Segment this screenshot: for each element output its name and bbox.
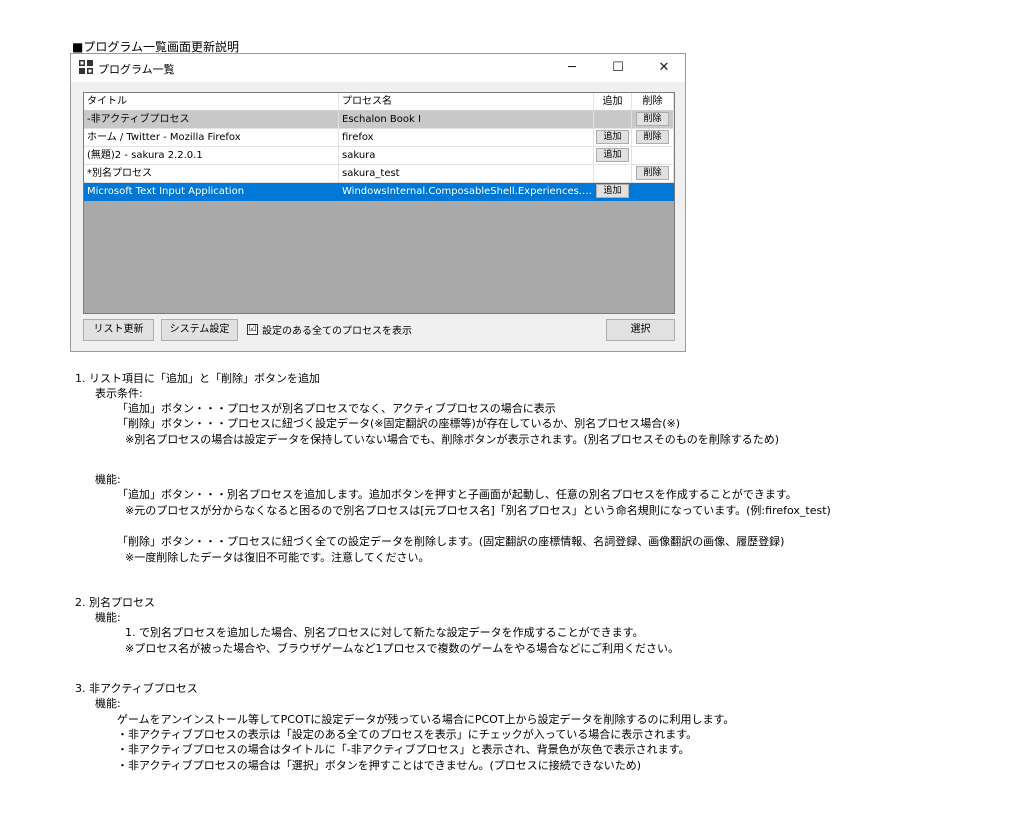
row-title-cell: Microsoft Text Input Application <box>84 183 339 201</box>
section-1-function-1: 「追加」ボタン・・・別名プロセスを追加します。追加ボタンを押すと子画面が起動し、… <box>117 488 797 501</box>
row-title-cell: *別名プロセス <box>84 165 339 183</box>
section-1-function-4: ※一度削除したデータは復旧不可能です。注意してください。 <box>125 551 430 564</box>
section-3-function-1: ゲームをアンインストール等してPCOTに設定データが残っている場合にPCOT上か… <box>117 713 735 726</box>
system-settings-button[interactable]: システム設定 <box>161 319 238 341</box>
section-3-function-3: ・非アクティブプロセスの場合はタイトルに「-非アクティブプロセス」と表示され、背… <box>117 743 690 756</box>
row-add-cell <box>594 111 632 129</box>
table-row[interactable]: Microsoft Text Input Application WindowsI… <box>84 183 674 201</box>
row-add-cell <box>594 165 632 183</box>
row-process-cell: sakura_test <box>339 165 594 183</box>
row-add-cell: 追加 <box>594 129 632 147</box>
show-all-label: 設定のある全てのプロセスを表示 <box>262 326 412 337</box>
section-2-function-label: 機能: <box>95 611 121 624</box>
section-3-function-4: ・非アクティブプロセスの場合は「選択」ボタンを押すことはできません。(プロセスに… <box>117 759 642 772</box>
row-delete-cell <box>632 183 674 201</box>
delete-data-button[interactable]: 削除 <box>636 112 669 126</box>
row-delete-cell: 削除 <box>632 165 674 183</box>
row-delete-cell: 削除 <box>632 111 674 129</box>
section-1-condition-1: 「追加」ボタン・・・プロセスが別名プロセスでなく、アクティブプロセスの場合に表示 <box>117 402 556 415</box>
row-title-cell: (無題)2 - sakura 2.2.0.1 <box>84 147 339 165</box>
row-title-cell: -非アクティブプロセス <box>84 111 339 129</box>
column-header-delete[interactable]: 削除 <box>632 93 674 111</box>
section-3-function-2: ・非アクティブプロセスの表示は「設定のある全てのプロセスを表示」にチェックが入っ… <box>117 728 698 741</box>
row-title-cell: ホーム / Twitter - Mozilla Firefox <box>84 129 339 147</box>
process-list[interactable]: タイトル プロセス名 追加 削除 -非アクティブプロセス Eschalon Boo… <box>83 92 675 314</box>
section-1-condition-2: 「削除」ボタン・・・プロセスに紐づく設定データ(※固定翻訳の座標等)が存在してい… <box>117 417 681 430</box>
row-delete-cell: 削除 <box>632 129 674 147</box>
delete-data-button[interactable]: 削除 <box>636 166 669 180</box>
section-3-function-label: 機能: <box>95 697 121 710</box>
section-1-condition-label: 表示条件: <box>95 387 143 400</box>
row-delete-cell <box>632 147 674 165</box>
table-row[interactable]: ホーム / Twitter - Mozilla Firefox firefox 追加… <box>84 129 674 147</box>
section-1-title: 1. リスト項目に「追加」と「削除」ボタンを追加 <box>75 372 320 385</box>
row-add-cell: 追加 <box>594 183 632 201</box>
refresh-list-button[interactable]: リスト更新 <box>83 319 154 341</box>
add-alias-button[interactable]: 追加 <box>596 130 629 144</box>
minimize-button[interactable]: ─ <box>549 54 595 82</box>
section-2-title: 2. 別名プロセス <box>75 596 155 609</box>
title-bar[interactable]: プログラム一覧 ─ ☐ ✕ <box>71 54 685 82</box>
section-1-function-label: 機能: <box>95 473 121 486</box>
row-process-cell: Eschalon Book I <box>339 111 594 129</box>
section-1-function-3: 「削除」ボタン・・・プロセスに紐づく全ての設定データを削除します。(固定翻訳の座… <box>117 535 785 548</box>
select-button[interactable]: 選択 <box>606 319 675 341</box>
app-icon <box>79 60 93 74</box>
row-process-cell: WindowsInternal.ComposableShell.Experien… <box>339 183 594 201</box>
show-all-checkbox[interactable]: ☑ <box>247 324 258 335</box>
row-process-cell: sakura <box>339 147 594 165</box>
section-1-function-2: ※元のプロセスが分からなくなると困るので別名プロセスは[元プロセス名]「別名プロ… <box>125 504 831 517</box>
maximize-button[interactable]: ☐ <box>595 54 641 82</box>
section-2-function-1: 1. で別名プロセスを追加した場合、別名プロセスに対して新たな設定データを作成す… <box>125 626 644 639</box>
section-3-title: 3. 非アクティブプロセス <box>75 682 198 695</box>
table-row[interactable]: -非アクティブプロセス Eschalon Book I 削除 <box>84 111 674 129</box>
close-button[interactable]: ✕ <box>641 54 687 82</box>
add-alias-button[interactable]: 追加 <box>596 148 629 162</box>
section-2-function-2: ※プロセス名が被った場合や、ブラウザゲームなど1プロセスで複数のゲームをやる場合… <box>125 642 680 655</box>
column-header-title[interactable]: タイトル <box>84 93 339 111</box>
add-alias-button[interactable]: 追加 <box>596 184 629 198</box>
table-row[interactable]: (無題)2 - sakura 2.2.0.1 sakura 追加 <box>84 147 674 165</box>
list-header: タイトル プロセス名 追加 削除 <box>84 93 674 111</box>
column-header-add[interactable]: 追加 <box>594 93 632 111</box>
window-title: プログラム一覧 <box>98 63 175 76</box>
program-list-window: プログラム一覧 ─ ☐ ✕ タイトル プロセス名 追加 削除 -非アクティブプロ… <box>70 53 686 352</box>
column-header-process[interactable]: プロセス名 <box>339 93 594 111</box>
table-row[interactable]: *別名プロセス sakura_test 削除 <box>84 165 674 183</box>
section-1-condition-3: ※別名プロセスの場合は設定データを保持していない場合でも、削除ボタンが表示されま… <box>125 433 780 446</box>
row-process-cell: firefox <box>339 129 594 147</box>
row-add-cell: 追加 <box>594 147 632 165</box>
delete-data-button[interactable]: 削除 <box>636 130 669 144</box>
